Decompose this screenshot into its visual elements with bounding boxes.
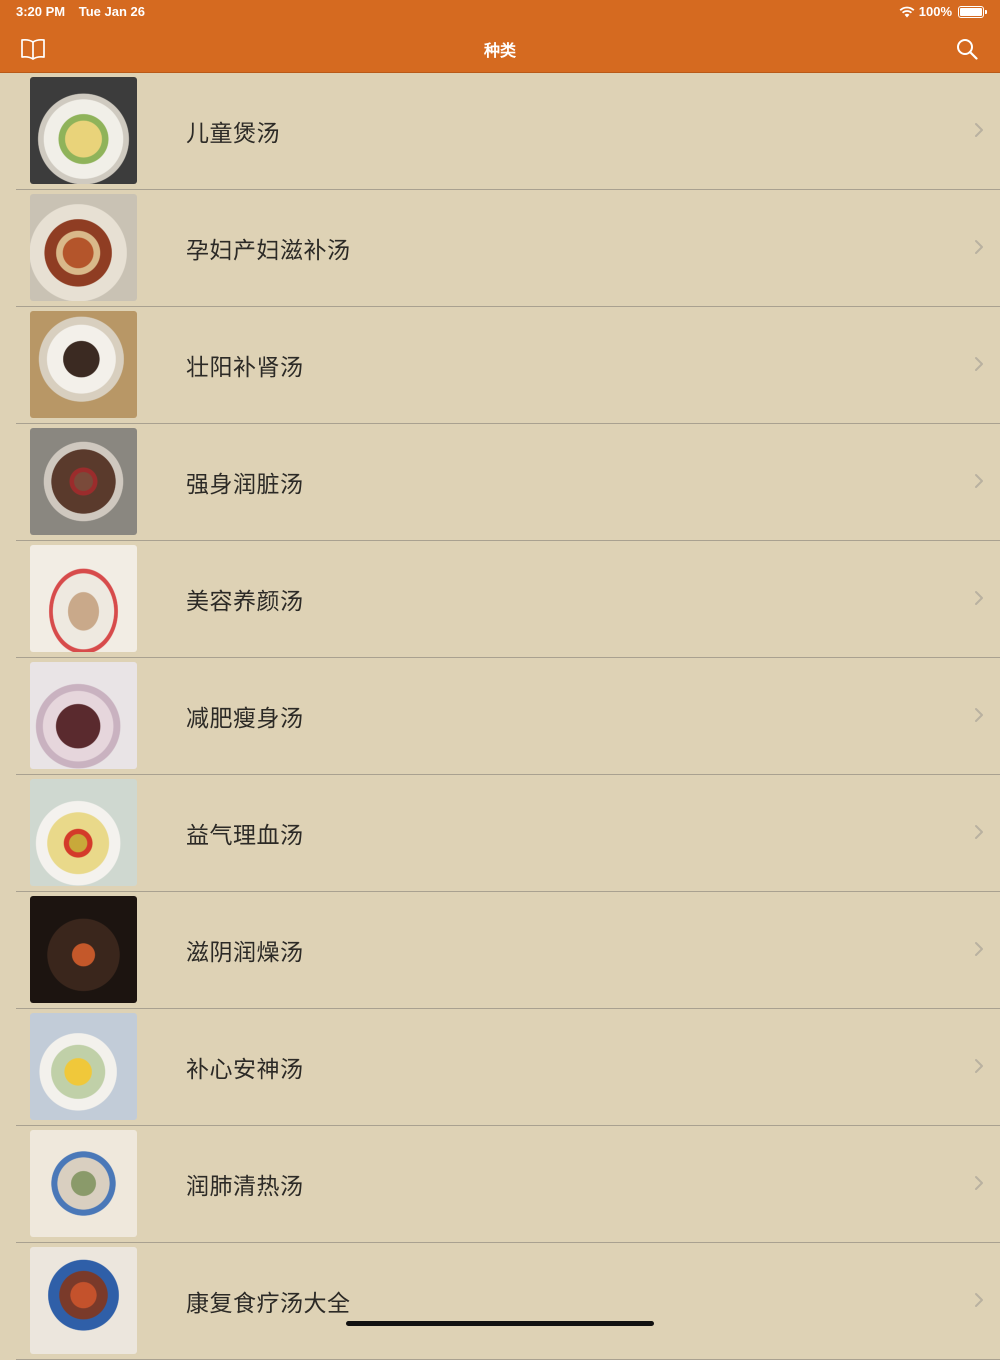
category-list: 儿童煲汤孕妇产妇滋补汤 壮阳补肾汤强身润脏汤美容养颜汤减肥瘦身汤益气理血汤滋阴润燥… xyxy=(0,73,1000,1360)
home-indicator[interactable] xyxy=(346,1321,654,1326)
status-indicators: 100% xyxy=(899,4,987,19)
list-item[interactable]: 康复食疗汤大全 xyxy=(0,1243,1000,1360)
list-item-label: 康复食疗汤大全 xyxy=(186,1291,351,1317)
list-item-label: 美容养颜汤 xyxy=(186,589,304,615)
chevron-right-icon xyxy=(975,1176,983,1190)
chevron-right-icon xyxy=(975,474,983,488)
list-item[interactable]: 减肥瘦身汤 xyxy=(0,658,1000,775)
chevron-right-icon xyxy=(975,123,983,137)
soup-thumbnail xyxy=(30,194,137,301)
chevron-right-icon xyxy=(975,357,983,371)
wifi-icon xyxy=(899,6,915,17)
soup-thumbnail xyxy=(30,1247,137,1354)
list-item[interactable]: 儿童煲汤 xyxy=(0,73,1000,190)
list-item[interactable]: 强身润脏汤 xyxy=(0,424,1000,541)
battery-icon xyxy=(958,5,987,18)
list-item-label: 壮阳补肾汤 xyxy=(186,355,304,381)
chevron-right-icon xyxy=(975,942,983,956)
chevron-right-icon xyxy=(975,240,983,254)
soup-thumbnail xyxy=(30,662,137,769)
chevron-right-icon xyxy=(975,708,983,722)
page-title: 种类 xyxy=(483,41,516,60)
soup-thumbnail xyxy=(30,1130,137,1237)
list-item-label: 补心安神汤 xyxy=(186,1057,304,1083)
list-item-label: 儿童煲汤 xyxy=(186,121,280,147)
list-item[interactable]: 滋阴润燥汤 xyxy=(0,892,1000,1009)
list-item-label: 强身润脏汤 xyxy=(186,472,304,498)
list-item[interactable]: 美容养颜汤 xyxy=(0,541,1000,658)
list-item-label: 益气理血汤 xyxy=(186,823,304,849)
status-time: 3:20 PM xyxy=(16,4,66,19)
soup-thumbnail xyxy=(30,1013,137,1120)
soup-thumbnail xyxy=(30,311,137,418)
search-icon xyxy=(957,39,978,60)
list-item-label: 减肥瘦身汤 xyxy=(186,706,304,732)
chevron-right-icon xyxy=(975,591,983,605)
search-button[interactable] xyxy=(952,34,982,64)
status-bar: 3:20 PM Tue Jan 26 100% xyxy=(0,0,1000,24)
status-date: Tue Jan 26 xyxy=(78,4,145,19)
chevron-right-icon xyxy=(975,1293,983,1307)
list-item-label: 滋阴润燥汤 xyxy=(186,940,304,966)
navigation-bar: 种类 xyxy=(0,24,1000,73)
battery-percent: 100% xyxy=(918,4,952,19)
status-time-date: 3:20 PM Tue Jan 26 xyxy=(16,4,145,19)
list-item[interactable]: 孕妇产妇滋补汤 xyxy=(0,190,1000,307)
soup-thumbnail xyxy=(30,896,137,1003)
chevron-right-icon xyxy=(975,825,983,839)
list-item[interactable]: 壮阳补肾汤 xyxy=(0,307,1000,424)
list-item[interactable]: 润肺清热汤 xyxy=(0,1126,1000,1243)
list-item-label: 润肺清热汤 xyxy=(186,1174,304,1200)
soup-thumbnail xyxy=(30,428,137,535)
chevron-right-icon xyxy=(975,1059,983,1073)
soup-thumbnail xyxy=(30,779,137,886)
soup-thumbnail xyxy=(30,77,137,184)
soup-thumbnail xyxy=(30,545,137,652)
list-item[interactable]: 补心安神汤 xyxy=(0,1009,1000,1126)
list-item[interactable]: 益气理血汤 xyxy=(0,775,1000,892)
list-item-label: 孕妇产妇滋补汤 xyxy=(186,238,351,264)
